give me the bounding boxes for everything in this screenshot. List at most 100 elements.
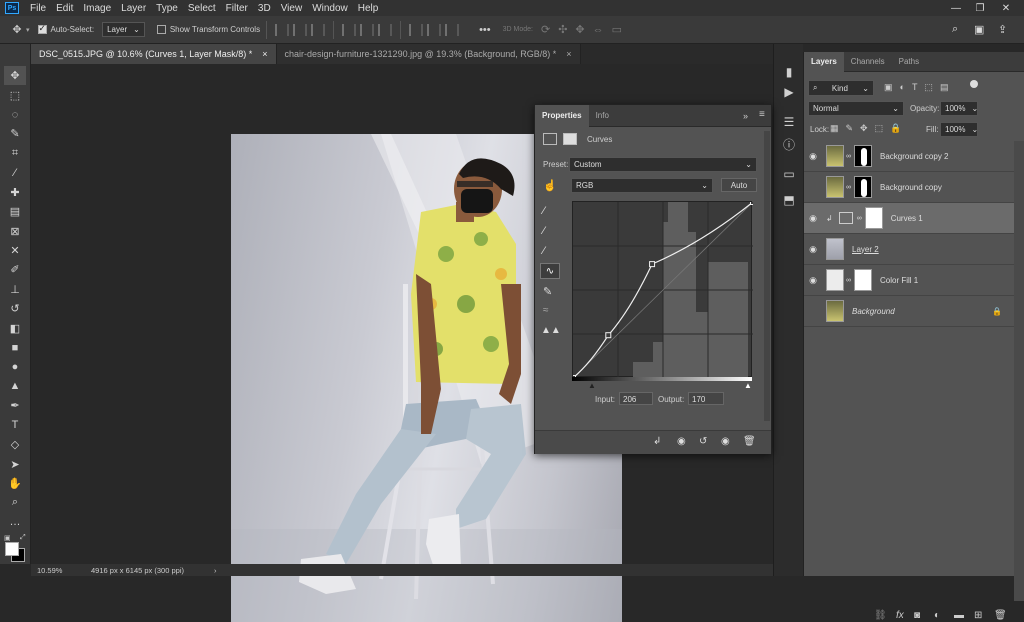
direct-select-icon[interactable]: ➤ (4, 454, 26, 473)
tab-channels[interactable]: Channels (844, 52, 892, 72)
preset-dropdown[interactable]: Custom ⌄ (569, 157, 757, 172)
layer-filter-icons[interactable]: ▣◐T⬚▤ (884, 82, 955, 93)
zoom-tool-icon[interactable]: ⌕ (4, 493, 26, 512)
layer-mask-icon[interactable] (563, 133, 577, 145)
minimize-icon[interactable]: — (944, 0, 968, 16)
menu-window[interactable]: Window (307, 3, 353, 14)
curve-graph[interactable] (570, 199, 756, 381)
healing-brush-icon[interactable]: ✚ (4, 183, 26, 202)
tool-preset-chevron-icon[interactable]: ▾ (26, 26, 30, 34)
curve-points-icon[interactable]: ∿ (540, 263, 560, 279)
blur-tool-icon[interactable]: ● (4, 357, 26, 376)
eyedropper-tool-icon[interactable]: ⁄ (4, 163, 26, 182)
on-image-adjust-icon[interactable]: ☝ (543, 179, 557, 192)
marquee-tool-icon[interactable]: ⬚ (4, 85, 26, 104)
brush-tool-icon[interactable]: ✐ (4, 260, 26, 279)
layer-name[interactable]: Layer 2 (852, 245, 879, 254)
type-tool-icon[interactable]: T (4, 416, 26, 435)
auto-button[interactable]: Auto (721, 178, 757, 192)
blend-mode-dropdown[interactable]: Normal ⌄ (808, 101, 904, 116)
channel-dropdown[interactable]: RGB ⌄ (571, 178, 713, 193)
3d-tools-icons[interactable]: ⟳✣✥⇔▭ (541, 23, 630, 36)
eraser-tool-icon[interactable]: ◧ (4, 318, 26, 337)
layers-scrollbar[interactable] (1014, 141, 1024, 601)
layer-mask-thumbnail[interactable] (854, 269, 872, 291)
reset-icon[interactable]: ↺ (699, 436, 707, 447)
layer-name[interactable]: Background copy (880, 183, 942, 192)
close-icon[interactable]: × (566, 49, 571, 59)
close-icon[interactable]: ✕ (994, 0, 1018, 16)
delete-icon[interactable]: 🗑 (743, 436, 756, 447)
share-icon[interactable]: ⇪ (998, 23, 1007, 36)
eye-icon[interactable]: ◉ (804, 182, 822, 193)
menu-file[interactable]: File (25, 3, 51, 14)
gradient-tool-icon[interactable]: ■ (4, 338, 26, 357)
curve-control-point[interactable] (605, 332, 612, 339)
eye-icon[interactable]: ◉ (804, 151, 822, 162)
curve-control-point[interactable] (750, 199, 756, 205)
align-top-icon[interactable] (342, 23, 357, 36)
crop-tool-icon[interactable]: ⌗ (4, 144, 26, 163)
smooth-curve-icon[interactable]: ≈ (543, 305, 549, 316)
frame-tool-icon[interactable]: ⊠ (4, 221, 26, 240)
layer-row-background-copy[interactable]: ◉ ∞ Background copy (804, 172, 1014, 203)
layer-name[interactable]: Background (852, 307, 895, 316)
align-bottom-icon[interactable] (378, 23, 393, 36)
menu-type[interactable]: Type (151, 3, 183, 14)
zoom-level[interactable]: 10.59% (37, 566, 81, 575)
content-aware-move-icon[interactable]: ✕ (4, 241, 26, 260)
tab-info[interactable]: Info (589, 105, 616, 127)
clipping-warning-icon[interactable]: ▲▲ (541, 325, 561, 336)
black-point-eyedropper-icon[interactable]: ⁄ (543, 205, 545, 217)
clone-stamp-icon[interactable]: ⊥ (4, 280, 26, 299)
lock-icons[interactable]: ▦✎✥⬚🔒 (830, 123, 908, 134)
gray-point-eyedropper-icon[interactable]: ⁄ (543, 225, 545, 237)
white-slider-icon[interactable]: ▲ (744, 381, 752, 390)
menu-help[interactable]: Help (353, 3, 384, 14)
dodge-tool-icon[interactable]: ▲ (4, 377, 26, 396)
show-transform-checkbox[interactable] (156, 25, 166, 34)
move-tool-icon[interactable]: ✥ (8, 21, 26, 39)
quick-select-tool-icon[interactable]: ✎ (4, 124, 26, 143)
curve-control-point[interactable] (649, 261, 656, 268)
status-arrow-icon[interactable]: › (214, 566, 217, 575)
distribute-icon[interactable] (409, 23, 424, 36)
distribute-icon[interactable] (445, 23, 460, 36)
layer-mask-thumbnail[interactable] (854, 176, 872, 198)
opacity-field[interactable]: 100% ⌄ (940, 101, 978, 116)
tab-layers[interactable]: Layers (804, 51, 844, 72)
layer-row-color-fill-1[interactable]: ◉ ∞ Color Fill 1 (804, 265, 1014, 296)
layer-row-background[interactable]: ◉ Background 🔒 (804, 296, 1014, 327)
more-tools-icon[interactable]: … (4, 513, 26, 532)
new-layer-icon[interactable]: ⊞ (974, 610, 982, 621)
default-colors-icon[interactable]: ▣ (4, 534, 11, 542)
align-left-icon[interactable] (275, 23, 290, 36)
filter-toggle-icon[interactable] (970, 80, 978, 88)
info-icon[interactable]: ⓘ (779, 134, 799, 154)
adjustments-icon[interactable]: ☰ (779, 112, 799, 132)
path-select-icon[interactable]: ◇ (4, 435, 26, 454)
tab-paths[interactable]: Paths (892, 52, 926, 72)
menu-image[interactable]: Image (78, 3, 116, 14)
fx-icon[interactable]: fx (896, 610, 904, 621)
eye-icon[interactable]: ◉ (804, 275, 822, 286)
tab-properties[interactable]: Properties (535, 104, 589, 127)
history-icon[interactable]: ▮ (779, 62, 799, 82)
tab-dsc-0515[interactable]: DSC_0515.JPG @ 10.6% (Curves 1, Layer Ma… (31, 44, 277, 64)
menu-edit[interactable]: Edit (51, 3, 78, 14)
panel-menu-icon[interactable]: ≡ (759, 109, 765, 120)
layer-row-background-copy-2[interactable]: ◉ ∞ Background copy 2 (804, 141, 1014, 172)
layer-name[interactable]: Curves 1 (891, 214, 923, 223)
distribute-icon[interactable] (427, 23, 442, 36)
layer-mask-thumbnail[interactable] (864, 207, 883, 229)
search-icon[interactable]: ⌕ (952, 23, 958, 36)
filter-kind-dropdown[interactable]: ⌕ Kind ⌄ (808, 80, 874, 96)
menu-view[interactable]: View (276, 3, 308, 14)
comment-icon[interactable]: ▭ (779, 164, 799, 184)
swap-colors-icon[interactable]: ⤢ (20, 534, 26, 542)
move-tool-icon[interactable]: ✥ (4, 66, 26, 86)
menu-layer[interactable]: Layer (116, 3, 151, 14)
play-icon[interactable]: ▶ (779, 82, 799, 102)
fill-field[interactable]: 100% ⌄ (940, 122, 978, 137)
link-layers-icon[interactable]: ⛓ (874, 610, 887, 621)
